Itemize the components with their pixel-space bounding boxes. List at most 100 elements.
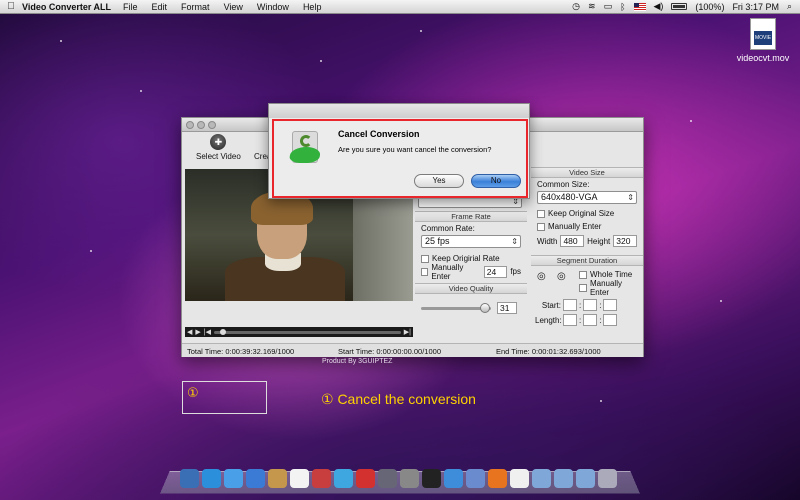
quality-slider-knob[interactable] [480,302,491,313]
video-size-header: Video Size [531,167,643,178]
xcode-icon[interactable] [466,469,485,488]
common-size-select[interactable]: 640x480-VGA [537,191,637,204]
menu-file[interactable]: File [123,2,138,12]
desktop-file[interactable]: MOVIE videocvt.mov [728,18,798,63]
mail-icon[interactable] [224,469,243,488]
height-field[interactable]: 320 [613,235,637,247]
callout-number: ① [187,385,199,400]
menu-edit[interactable]: Edit [152,2,168,12]
common-rate-label: Common Rate: [421,224,475,233]
end-marker-icon[interactable]: ◎ [557,271,566,282]
firefox-icon[interactable] [488,469,507,488]
start-label: Start: [541,300,561,310]
address-book-icon[interactable] [268,469,287,488]
keep-original-rate-checkbox[interactable] [421,254,429,263]
trash-icon[interactable] [598,469,617,488]
length-minutes-field[interactable] [583,314,598,326]
applications-folder-icon[interactable] [532,469,551,488]
flag-icon[interactable] [633,2,646,11]
product-by-text: Product By 3GUIPTEZ [322,358,393,365]
playback-scrubber[interactable] [213,328,401,335]
video-quality-header: Video Quality [415,283,527,294]
menu-format[interactable]: Format [181,2,210,12]
segment-duration-header: Segment Duration [531,255,643,266]
frame-rate-panel: Frame Rate Common Rate: 25 fps Keep Orig… [415,211,527,322]
quality-slider[interactable] [421,302,491,313]
cancel-conversion-dialog: Cancel Conversion Are you sure you want … [268,103,530,199]
time-machine-icon[interactable]: ◷ [572,1,580,12]
volume-icon[interactable]: ◀) [654,1,664,12]
start-time: Start Time: 0:00:00:00.00/1000 [338,347,441,356]
select-video-button[interactable]: ✚ Select Video [196,134,241,161]
length-label: Length: [535,315,562,325]
dock-icons [180,469,617,488]
manual-segment-label: Manually Enter [589,278,622,297]
width-field[interactable]: 480 [560,235,585,247]
volume-icon[interactable]: ◀ [187,328,192,336]
app-store-icon[interactable] [202,469,221,488]
itunes-icon[interactable] [334,469,353,488]
clock[interactable]: Fri 3:17 PM [732,2,779,12]
file-name: videocvt.mov [736,53,790,63]
scrubber-knob[interactable] [219,328,226,335]
utility-icon[interactable] [400,469,419,488]
start-minutes-field[interactable] [583,299,598,311]
menu-view[interactable]: View [224,2,243,12]
start-marker-icon[interactable]: ◎ [537,271,546,282]
length-hours-field[interactable] [563,314,577,326]
start-hours-field[interactable] [563,299,577,311]
start-seconds-field[interactable] [603,299,618,311]
facetime-icon[interactable] [246,469,265,488]
finder-icon[interactable] [180,469,199,488]
menu-bar:  Video Converter ALL File Edit Format V… [0,0,800,14]
documents-folder-icon[interactable] [554,469,573,488]
close-window-icon[interactable] [186,121,194,129]
battery-icon[interactable] [671,3,688,10]
apple-menu-icon[interactable]:  [0,1,22,12]
keep-original-size-checkbox[interactable] [537,209,545,218]
star [140,90,142,92]
menu-help[interactable]: Help [303,2,322,12]
star [600,400,602,402]
dialog-titlebar [269,104,529,118]
step-back-icon[interactable]: |◀ [204,328,211,336]
star [690,120,692,122]
zoom-window-icon[interactable] [208,121,216,129]
display-icon[interactable]: ▭ [604,1,613,12]
photo-booth-icon[interactable] [312,469,331,488]
height-label: Height [587,236,611,246]
star [420,30,422,32]
frame-rate-header: Frame Rate [415,211,527,222]
callout-text: ① Cancel the conversion [321,391,476,407]
manual-rate-checkbox[interactable] [421,267,429,276]
downloads-folder-icon[interactable] [576,469,595,488]
video-converter-icon[interactable] [356,469,375,488]
play-icon[interactable]: ▶ [195,328,200,336]
no-button[interactable]: No [471,174,521,188]
safari-icon[interactable] [444,469,463,488]
manual-size-checkbox[interactable] [537,222,545,231]
step-forward-icon[interactable]: ▶| [404,328,411,336]
star [720,300,722,302]
whole-time-checkbox[interactable] [579,270,587,279]
total-time: Total Time: 0:00:39:32.169/1000 [187,347,295,356]
manual-rate-field[interactable]: 24 [483,265,508,278]
system-preferences-icon[interactable] [378,469,397,488]
quality-value-field[interactable]: 31 [497,302,517,314]
manual-segment-checkbox[interactable] [579,283,587,292]
spotlight-icon[interactable]: ⌕ [787,1,792,12]
bluetooth-icon[interactable]: ᛒ [620,2,625,12]
manual-size-label: Manually Enter [548,222,602,231]
dialog-title: Cancel Conversion [338,129,420,139]
app-menu[interactable]: Video Converter ALL [22,2,111,12]
minimize-window-icon[interactable] [197,121,205,129]
terminal-icon[interactable] [422,469,441,488]
wifi-icon[interactable]: ≋ [588,1,596,12]
star [60,40,62,42]
common-rate-select[interactable]: 25 fps [421,235,521,248]
document-icon[interactable] [510,469,529,488]
yes-button[interactable]: Yes [414,174,464,188]
length-seconds-field[interactable] [603,314,618,326]
calendar-icon[interactable] [290,469,309,488]
menu-window[interactable]: Window [257,2,289,12]
